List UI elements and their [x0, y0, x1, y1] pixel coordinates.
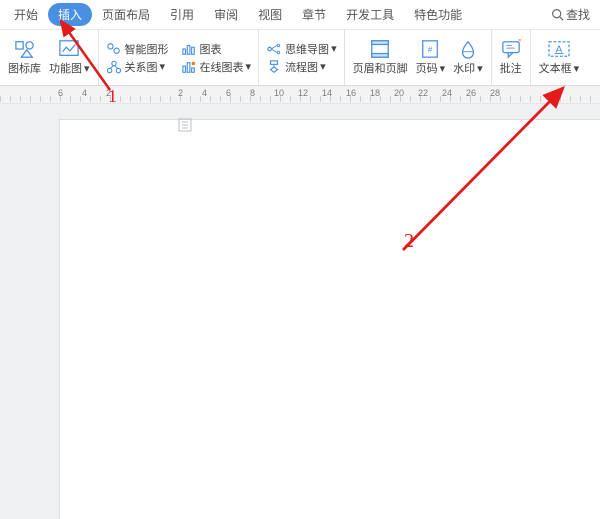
comment-icon: * [500, 39, 522, 59]
ribbon-group-charts: 智能图形 关系图▾ 图表 在线图表▾ [99, 30, 260, 85]
function-image-label: 功能图▾ [49, 60, 90, 76]
mindmap-icon [266, 42, 282, 56]
indent-marker-icon [178, 118, 192, 132]
watermark-icon [457, 39, 479, 59]
icon-library-button[interactable]: 图标库 [4, 37, 45, 78]
watermark-label: 水印▾ [453, 60, 483, 76]
ribbon: 图标库 功能图▾ 智能图形 关系图▾ 图表 在线图表▾ [0, 30, 600, 86]
header-footer-icon [369, 39, 391, 59]
chart-button[interactable]: 图表 [178, 40, 255, 58]
ruler-mark: 8 [250, 88, 255, 98]
ruler-mark: 22 [418, 88, 428, 98]
icon-library-label: 图标库 [8, 60, 41, 76]
watermark-button[interactable]: 水印▾ [449, 37, 487, 78]
annotation-label-2: 2 [404, 230, 414, 253]
tab-chapter[interactable]: 章节 [292, 2, 336, 27]
ruler-mark: 2 [178, 88, 183, 98]
page-number-button[interactable]: # 页码▾ [412, 37, 450, 78]
ruler-mark: 10 [274, 88, 284, 98]
header-footer-button[interactable]: 页眉和页脚 [349, 37, 412, 78]
ribbon-group-textbox: A 文本框▾ [531, 30, 588, 85]
ribbon-group-headerfooter: 页眉和页脚 # 页码▾ 水印▾ [345, 30, 492, 85]
page-number-icon: # [419, 39, 441, 59]
ribbon-group-comment: * 批注 [492, 30, 531, 85]
flowchart-label: 流程图 [285, 59, 318, 75]
ruler-mark: 4 [202, 88, 207, 98]
ruler-mark: 24 [442, 88, 452, 98]
tab-special[interactable]: 特色功能 [404, 2, 472, 27]
smart-graphics-icon [106, 42, 122, 56]
tab-insert[interactable]: 插入 [48, 3, 92, 26]
tab-start[interactable]: 开始 [4, 2, 48, 27]
tab-dev-tools[interactable]: 开发工具 [336, 2, 404, 27]
online-chart-button[interactable]: 在线图表▾ [178, 58, 255, 76]
relation-label: 关系图 [125, 59, 158, 75]
horizontal-ruler[interactable]: 6 4 2 2 4 6 8 10 12 14 16 18 20 22 24 26… [0, 86, 600, 104]
relation-icon [106, 60, 122, 74]
annotation-label-1: 1 [108, 86, 117, 107]
ruler-mark: 28 [490, 88, 500, 98]
chart-icon [181, 42, 197, 56]
ruler-mark: 6 [226, 88, 231, 98]
ruler-mark: 14 [322, 88, 332, 98]
ruler-mark: 4 [82, 88, 87, 98]
tab-reference[interactable]: 引用 [160, 2, 204, 27]
ruler-mark: 16 [346, 88, 356, 98]
tab-review[interactable]: 审阅 [204, 2, 248, 27]
textbox-icon: A [547, 39, 571, 59]
ruler-mark: 6 [58, 88, 63, 98]
flowchart-icon [266, 60, 282, 74]
shapes-icon [14, 39, 36, 59]
flowchart-button[interactable]: 流程图▾ [263, 58, 340, 76]
mindmap-button[interactable]: 思维导图▾ [263, 40, 340, 58]
comment-button[interactable]: * 批注 [496, 37, 526, 78]
online-chart-label: 在线图表 [200, 59, 244, 75]
ruler-mark: 20 [394, 88, 404, 98]
ruler-mark: 18 [370, 88, 380, 98]
header-footer-label: 页眉和页脚 [353, 60, 408, 76]
textbox-button[interactable]: A 文本框▾ [535, 37, 584, 78]
document-area [0, 104, 600, 519]
ruler-mark: 12 [298, 88, 308, 98]
function-image-button[interactable]: 功能图▾ [45, 37, 94, 78]
ribbon-group-assets: 图标库 功能图▾ [0, 30, 99, 85]
textbox-label: 文本框▾ [539, 60, 580, 76]
menu-bar: 开始 插入 页面布局 引用 审阅 视图 章节 开发工具 特色功能 查找 [0, 0, 600, 30]
svg-text:*: * [518, 39, 522, 46]
online-chart-icon [181, 60, 197, 74]
relation-chart-button[interactable]: 关系图▾ [103, 58, 172, 76]
mindmap-label: 思维导图 [285, 41, 329, 57]
smart-graphics-button[interactable]: 智能图形 [103, 40, 172, 58]
document-page[interactable] [60, 120, 600, 519]
smart-graphics-label: 智能图形 [125, 41, 169, 57]
function-image-icon [58, 39, 80, 59]
search-label: 查找 [566, 6, 590, 23]
ribbon-group-diagrams: 思维导图▾ 流程图▾ [259, 30, 345, 85]
comment-label: 批注 [500, 60, 522, 76]
search-button[interactable]: 查找 [551, 6, 596, 23]
chart-label: 图表 [200, 41, 222, 57]
svg-text:#: # [428, 46, 433, 55]
ruler-mark: 26 [466, 88, 476, 98]
tab-page-layout[interactable]: 页面布局 [92, 2, 160, 27]
tab-view[interactable]: 视图 [248, 2, 292, 27]
page-number-label: 页码▾ [416, 60, 446, 76]
search-icon [551, 8, 564, 21]
